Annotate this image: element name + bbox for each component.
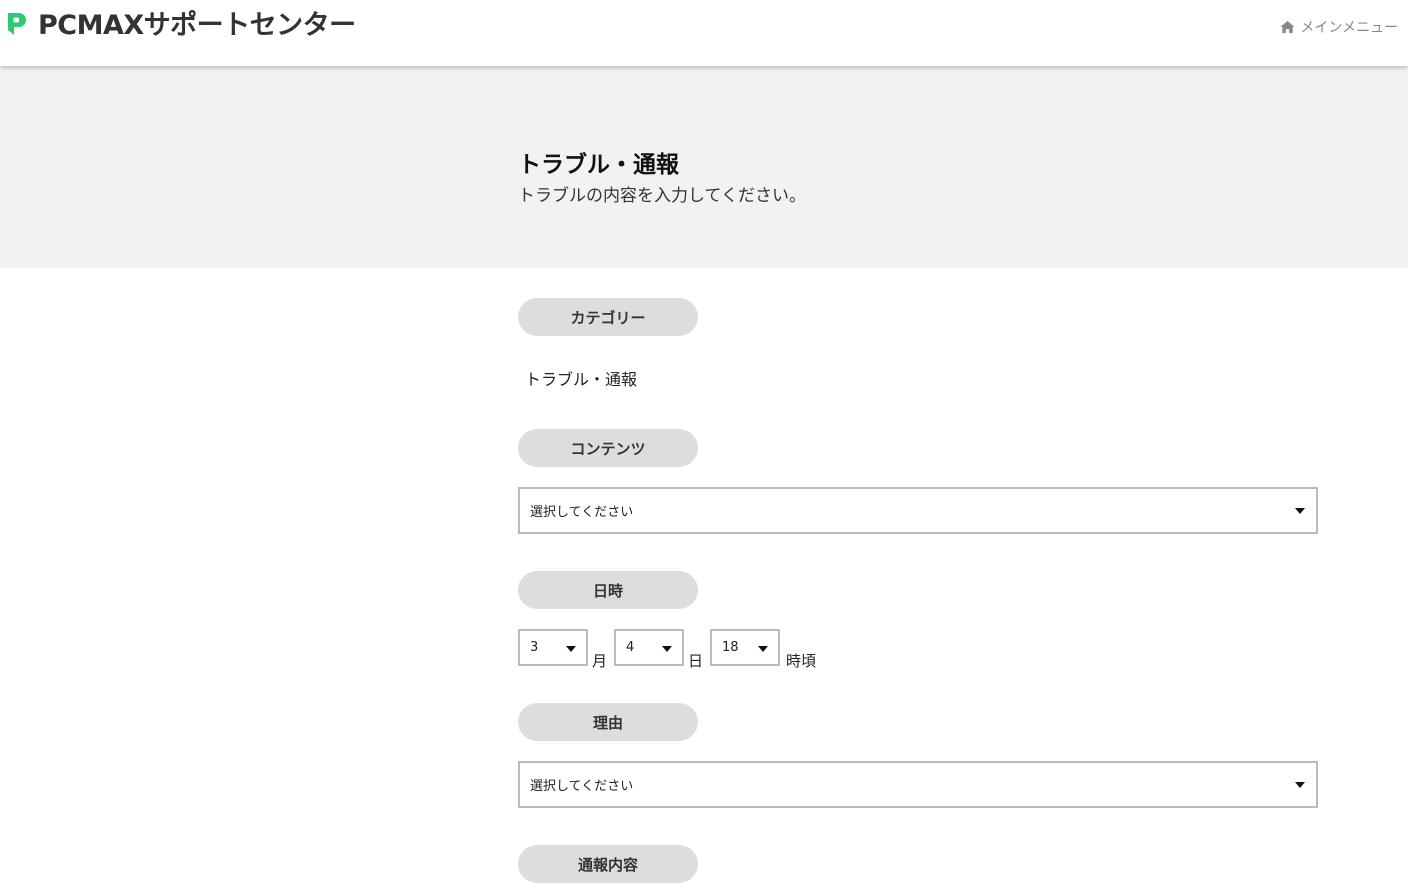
- main-menu-link[interactable]: メインメニュー: [1280, 17, 1398, 37]
- site-title[interactable]: PCMAXサポートセンター: [38, 3, 356, 42]
- reason-selected-value: 選択してください: [530, 779, 634, 794]
- month-value: 3: [530, 640, 539, 655]
- hour-unit: 時頃: [786, 652, 817, 670]
- reason-select[interactable]: 選択してください: [518, 761, 1318, 808]
- reason-label: 理由: [518, 703, 698, 741]
- datetime-label: 日時: [518, 571, 698, 609]
- hour-value: 18: [722, 640, 739, 655]
- site-header: PCMAXサポートセンター メインメニュー: [0, 0, 1408, 66]
- category-value: トラブル・通報: [525, 370, 638, 389]
- month-select[interactable]: 3: [518, 629, 588, 666]
- page-subtitle: トラブルの内容を入力してください。: [518, 186, 806, 206]
- day-value: 4: [626, 640, 635, 655]
- caret-down-icon: [758, 646, 768, 652]
- home-icon: [1280, 20, 1295, 34]
- contents-selected-value: 選択してください: [530, 505, 634, 520]
- day-select[interactable]: 4: [614, 629, 684, 666]
- hour-select[interactable]: 18: [710, 629, 780, 666]
- caret-down-icon: [566, 646, 576, 652]
- caret-down-icon: [1295, 508, 1305, 514]
- p-logo-icon[interactable]: [6, 12, 26, 36]
- page-title: トラブル・通報: [518, 152, 679, 178]
- category-label: カテゴリー: [518, 298, 698, 336]
- day-unit: 日: [688, 652, 704, 670]
- main-menu-label: メインメニュー: [1300, 20, 1398, 36]
- month-unit: 月: [592, 652, 608, 670]
- page-hero: トラブル・通報 トラブルの内容を入力してください。: [0, 66, 1408, 268]
- caret-down-icon: [662, 646, 672, 652]
- caret-down-icon: [1295, 782, 1305, 788]
- contents-label: コンテンツ: [518, 429, 698, 467]
- report-content-label: 通報内容: [518, 845, 698, 883]
- contents-select[interactable]: 選択してください: [518, 487, 1318, 534]
